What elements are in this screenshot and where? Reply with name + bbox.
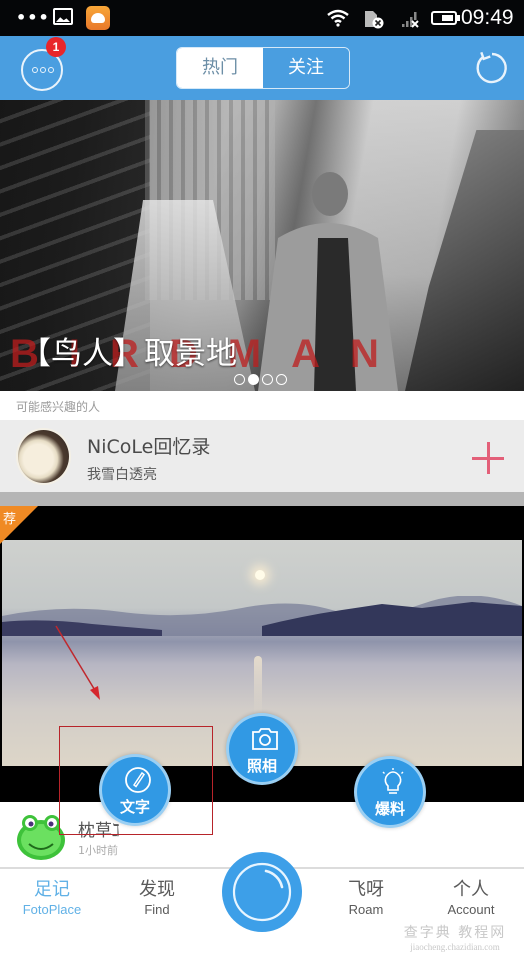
report-news-button[interactable]: 爆料: [354, 756, 426, 828]
suggested-user-subtitle: 我雪白透亮: [87, 467, 157, 483]
take-photo-label: 照相: [246, 757, 277, 775]
wifi-icon: [327, 9, 349, 27]
camera-shutter-button[interactable]: [222, 852, 302, 932]
tab-following[interactable]: 关注: [263, 48, 349, 88]
divider: [0, 492, 524, 506]
status-bar: ••• 09:49: [0, 0, 524, 36]
photo-sun: [255, 570, 265, 580]
suggested-user-row[interactable]: NiCoLe回忆录 我雪白透亮: [0, 420, 524, 492]
nav-roam[interactable]: 飞呀 Roam: [316, 879, 416, 919]
recommend-tag-label: 荐: [3, 512, 17, 527]
app-header: 1 热门 关注: [0, 36, 524, 100]
nav-label-cn: 飞呀: [348, 879, 384, 900]
gallery-icon: [53, 8, 73, 25]
nav-label-cn: 足记: [34, 879, 70, 900]
shutter-icon: [232, 862, 292, 922]
nav-account[interactable]: 个人 Account: [421, 879, 521, 919]
nav-label-en: Roam: [348, 902, 384, 917]
nav-label-en: FotoPlace: [22, 902, 82, 917]
banner-title: 【鸟人】取景地: [20, 336, 237, 372]
battery-icon: [431, 11, 460, 25]
avatar[interactable]: [16, 428, 71, 485]
feed-tabs: 热门 关注: [176, 47, 350, 89]
watermark-top: 查字典 教程网: [403, 925, 507, 941]
watermark: 查字典 教程网 jiaocheng.chazidian.com: [390, 922, 520, 952]
section-label: 可能感兴趣的人: [16, 400, 101, 414]
notification-overflow-icon: •••: [16, 8, 50, 27]
nav-fotoplace[interactable]: 足记 FotoPlace: [2, 879, 102, 919]
game-app-icon: [86, 6, 110, 30]
photo-reflection: [254, 656, 262, 716]
nav-label-cn: 个人: [453, 879, 489, 900]
plus-icon[interactable]: [472, 442, 504, 474]
annotation-arrow-icon: [55, 625, 100, 700]
pager-dot[interactable]: [276, 374, 287, 385]
clock: 09:49: [461, 6, 514, 29]
nav-find[interactable]: 发现 Find: [107, 879, 207, 919]
nav-label-cn: 发现: [139, 879, 175, 900]
pager-dot[interactable]: [234, 374, 245, 385]
report-news-label: 爆料: [374, 800, 405, 818]
annotation-highlight-box: [59, 726, 213, 835]
post-time: 1小时前: [78, 844, 118, 857]
suggested-user-name: NiCoLe回忆录: [87, 436, 211, 458]
banner-pager: [234, 374, 287, 385]
take-photo-button[interactable]: 照相: [226, 713, 298, 785]
tab-hot[interactable]: 热门: [177, 48, 263, 88]
refresh-icon[interactable]: [470, 49, 510, 89]
notification-badge: 1: [46, 37, 66, 57]
pager-dot-active[interactable]: [248, 374, 259, 385]
camera-icon: [252, 728, 278, 750]
pager-dot[interactable]: [262, 374, 273, 385]
nav-label-en: Account: [447, 902, 495, 917]
watermark-bottom: jiaocheng.chazidian.com: [410, 942, 500, 952]
signal-no-service-icon: [402, 12, 419, 28]
sim-missing-icon: [365, 11, 384, 29]
more-options-icon: [32, 67, 54, 75]
lightbulb-icon: [382, 768, 404, 794]
banner-image-building: [405, 130, 524, 391]
nav-label-en: Find: [144, 902, 170, 917]
